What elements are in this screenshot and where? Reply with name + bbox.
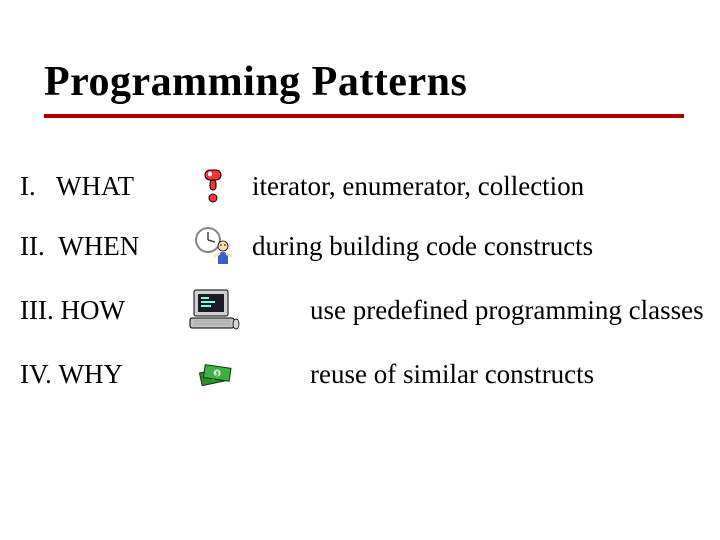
item-desc: reuse of similar constructs: [248, 359, 594, 390]
computer-icon: [180, 288, 248, 332]
list-item: IV. WHY $ reuse of similar constructs: [20, 354, 720, 394]
item-label: II. WHEN: [20, 231, 180, 262]
item-label: III. HOW: [20, 295, 180, 326]
content-list: I. WHAT iterator, enumerator, collection…: [0, 118, 720, 394]
money-icon: $: [180, 354, 248, 394]
clock-person-icon: [180, 226, 248, 266]
item-label: IV. WHY: [20, 359, 180, 390]
list-item: I. WHAT iterator, enumerator, collection: [20, 168, 720, 204]
list-item: III. HOW use predefined programming clas…: [20, 288, 720, 332]
item-label: I. WHAT: [20, 171, 180, 202]
item-desc: use predefined programming classes: [248, 295, 704, 326]
question-mark-icon: [180, 168, 248, 204]
slide-title: Programming Patterns: [44, 58, 720, 106]
list-item: II. WHEN during building code constructs: [20, 226, 720, 266]
title-block: Programming Patterns: [0, 0, 720, 106]
item-desc: iterator, enumerator, collection: [248, 171, 584, 202]
item-desc: during building code constructs: [248, 231, 593, 262]
